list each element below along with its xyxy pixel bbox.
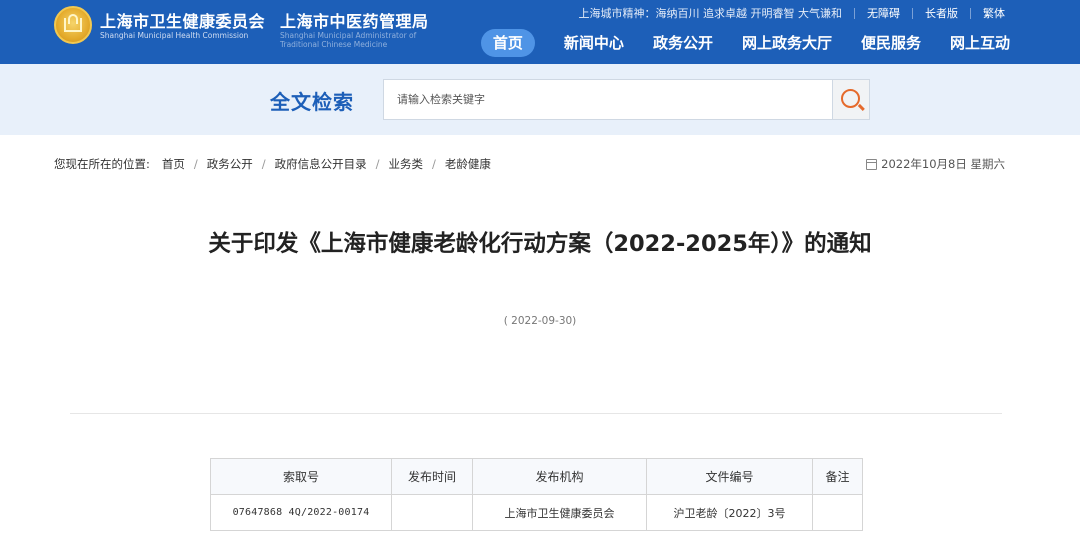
breadcrumb-home[interactable]: 首页: [162, 156, 185, 172]
breadcrumb-separator: /: [375, 157, 380, 171]
org1-english-name: Shanghai Municipal Health Commission: [100, 31, 249, 40]
divider: [912, 7, 913, 19]
current-date: 2022年10月8日 星期六: [866, 156, 1005, 172]
breadcrumb-separator: /: [261, 157, 266, 171]
breadcrumb-separator: /: [432, 157, 436, 171]
col-index-number: 索取号: [210, 458, 392, 495]
emblem-logo-icon[interactable]: [54, 6, 92, 44]
breadcrumb-elderly-health[interactable]: 老龄健康: [445, 156, 491, 172]
accessibility-link[interactable]: 无障碍: [867, 5, 900, 21]
document-info-table: 索取号 发布时间 发布机构 文件编号 备注 07647868 4Q/2022-0…: [210, 458, 863, 531]
breadcrumb-government-affairs[interactable]: 政务公开: [207, 156, 253, 172]
elder-mode-link[interactable]: 长者版: [925, 5, 958, 21]
cell-document-number: 沪卫老龄〔2022〕3号: [646, 494, 813, 531]
nav-online-interaction[interactable]: 网上互动: [950, 29, 1010, 57]
cell-remarks: [812, 494, 863, 531]
traditional-chinese-link[interactable]: 繁体: [983, 5, 1005, 21]
cell-publish-time: [391, 494, 473, 531]
article-date: ( 2022-09-30): [503, 315, 577, 327]
search-box: [383, 79, 833, 120]
search-input[interactable]: [384, 80, 833, 119]
divider: [970, 7, 971, 19]
cell-publisher: 上海市卫生健康委员会: [472, 494, 647, 531]
col-publish-time: 发布时间: [391, 458, 473, 495]
divider: [854, 7, 855, 19]
top-utility-links: 上海城市精神：海纳百川 追求卓越 开明睿智 大气谦和 无障碍 长者版 繁体: [579, 5, 1006, 21]
breadcrumb-business-category[interactable]: 业务类: [389, 156, 424, 172]
breadcrumb: 您现在所在的位置: 首页 / 政务公开 / 政府信息公开目录 / 业务类 / 老…: [54, 156, 491, 172]
divider: [70, 413, 1002, 414]
org1-name[interactable]: 上海市卫生健康委员会: [100, 8, 265, 32]
site-header: 上海市卫生健康委员会 Shanghai Municipal Health Com…: [0, 0, 1080, 64]
search-band: 全文检索: [0, 64, 1080, 135]
col-remarks: 备注: [812, 458, 863, 495]
org2-name[interactable]: 上海市中医药管理局: [280, 8, 429, 32]
nav-government-affairs[interactable]: 政务公开: [653, 29, 713, 57]
article-title: 关于印发《上海市健康老龄化行动方案（2022-2025年）》的通知: [208, 231, 872, 257]
breadcrumb-info-catalog[interactable]: 政府信息公开目录: [275, 156, 367, 172]
main-nav: 首页 新闻中心 政务公开 网上政务大厅 便民服务 网上互动: [480, 29, 1010, 57]
breadcrumb-separator: /: [193, 157, 198, 171]
col-document-number: 文件编号: [646, 458, 813, 495]
col-publisher: 发布机构: [472, 458, 647, 495]
breadcrumb-lead: 您现在所在的位置:: [54, 157, 150, 171]
current-date-text: 2022年10月8日 星期六: [881, 157, 1005, 171]
table-header-row: 索取号 发布时间 发布机构 文件编号 备注: [210, 458, 863, 495]
cell-index-number: 07647868 4Q/2022-00174: [210, 494, 392, 531]
nav-home[interactable]: 首页: [480, 29, 535, 57]
table-row: 07647868 4Q/2022-00174 上海市卫生健康委员会 沪卫老龄〔2…: [210, 494, 863, 531]
search-title: 全文检索: [270, 90, 354, 114]
nav-online-service-hall[interactable]: 网上政务大厅: [742, 29, 832, 57]
search-icon-handle: [858, 103, 865, 111]
city-spirit-text: 上海城市精神：海纳百川 追求卓越 开明睿智 大气谦和: [578, 7, 843, 20]
org2-english-name: Shanghai Municipal Administrator of Trad…: [280, 31, 417, 49]
nav-public-services[interactable]: 便民服务: [861, 29, 921, 57]
search-button[interactable]: [832, 79, 870, 120]
nav-news-center[interactable]: 新闻中心: [564, 29, 624, 57]
calendar-icon: [866, 158, 878, 170]
